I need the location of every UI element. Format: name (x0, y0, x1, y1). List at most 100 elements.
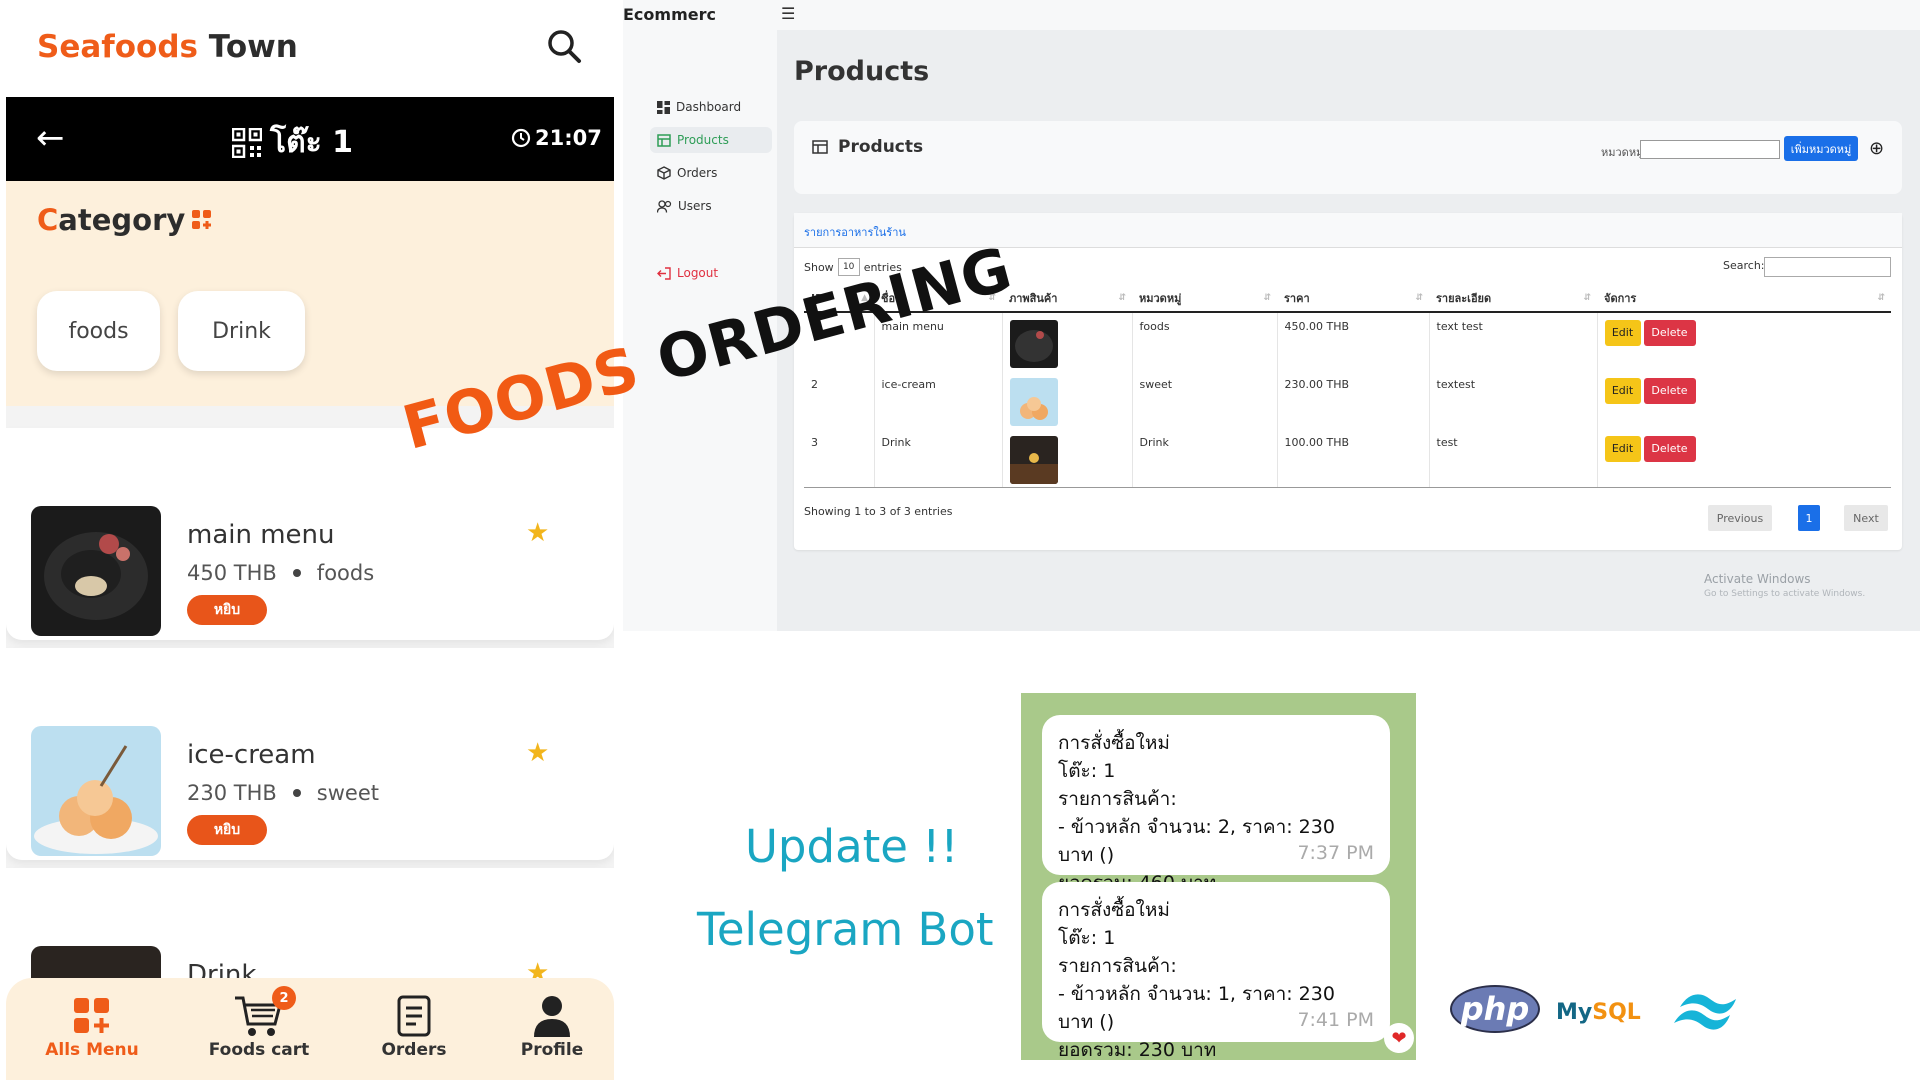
add-to-order-button[interactable]: หยิบ (187, 595, 267, 625)
message-line: การสั่งซื้อใหม่ (1058, 732, 1170, 754)
bottom-navigation: Alls Menu 2 Foods cart Orders Profile (6, 978, 614, 1080)
message-line: ยอดรวม: 230 บาท (1058, 1039, 1217, 1060)
column-header-detail[interactable]: รายละเอียด ⇵ (1429, 285, 1597, 313)
telegram-bot-heading: Telegram Bot (697, 903, 994, 956)
column-header-actions[interactable]: จัดการ ⇵ (1597, 285, 1891, 313)
category-pill-drink[interactable]: Drink (178, 291, 305, 371)
category-input[interactable] (1640, 140, 1780, 159)
menu-item-price: 230 THB (187, 781, 277, 805)
food-image (31, 726, 161, 856)
pagination-next[interactable]: Next (1844, 505, 1888, 531)
sidebar-label: Logout (677, 266, 719, 280)
menu-grid-icon (74, 998, 109, 1033)
heart-reaction-icon: ❤ (1384, 1023, 1414, 1053)
mysql-logo: MySQL (1556, 1000, 1641, 1025)
menu-item-price: 450 THB (187, 561, 277, 585)
qr-code-icon (232, 127, 262, 158)
product-thumbnail (1009, 436, 1058, 484)
update-heading: Update !! (745, 820, 959, 873)
nav-profile[interactable]: Profile (487, 992, 614, 1076)
mysql-logo-text-a: My (1556, 1000, 1593, 1025)
add-category-button[interactable]: เพิ่มหมวดหมู่ (1784, 136, 1858, 161)
cell-image (1001, 312, 1132, 371)
category-title: Category (37, 203, 213, 237)
store-icon (812, 140, 828, 154)
edit-button[interactable]: Edit (1604, 320, 1641, 346)
table-row: 3 Drink Drink 100.00 THB test Edit Delete (804, 429, 1891, 488)
edit-button[interactable]: Edit (1604, 436, 1641, 462)
menu-item-name: main menu (187, 520, 335, 550)
telegram-chat-screenshot: การสั่งซื้อใหม่ โต๊ะ: 1 รายการสินค้า: - … (1021, 693, 1416, 1060)
message-line: การสั่งซื้อใหม่ (1058, 899, 1170, 921)
table-row: 1 main menu foods 450.00 THB text test E… (804, 312, 1891, 371)
search-icon[interactable] (546, 28, 582, 64)
product-thumbnail (1009, 378, 1058, 426)
app-header: Seafoods Town (6, 0, 614, 97)
back-arrow-icon[interactable]: ← (36, 121, 65, 155)
telegram-message: การสั่งซื้อใหม่ โต๊ะ: 1 รายการสินค้า: - … (1042, 715, 1390, 894)
card-title-text: Products (838, 137, 924, 157)
telegram-message: การสั่งซื้อใหม่ โต๊ะ: 1 รายการสินค้า: - … (1042, 882, 1390, 1060)
php-logo: php (1450, 985, 1540, 1033)
cell-name: ice-cream (873, 371, 1002, 429)
pagination-page[interactable]: 1 (1798, 505, 1820, 531)
column-header-image[interactable]: ภาพสินค้า ⇵ (1002, 285, 1132, 313)
nav-orders[interactable]: Orders (349, 992, 479, 1076)
add-to-order-button[interactable]: หยิบ (187, 815, 267, 845)
column-header-category[interactable]: หมวดหมู่ ⇵ (1132, 285, 1277, 313)
document-icon (397, 995, 431, 1037)
cell-actions: Edit Delete (1596, 371, 1891, 429)
cell-category: Drink (1131, 429, 1277, 488)
timer: 21:07 (511, 126, 602, 150)
logo-text-town: Town (208, 29, 298, 65)
star-icon[interactable]: ★ (526, 738, 549, 768)
sidebar-item-dashboard[interactable]: Dashboard (657, 94, 741, 120)
message-line: โต๊ะ: 1 (1058, 760, 1116, 782)
menu-card[interactable]: ice-cream 230 THB sweet หยิบ ★ (6, 648, 614, 860)
cell-category: sweet (1131, 371, 1277, 429)
sidebar-label: Dashboard (676, 100, 742, 114)
logo-text-seafoods: Seafoods (37, 29, 198, 65)
delete-button[interactable]: Delete (1643, 436, 1696, 462)
sidebar-item-logout[interactable]: Logout (657, 260, 718, 286)
sidebar-item-orders[interactable]: Orders (657, 160, 717, 186)
card-title: Products (812, 137, 923, 157)
menu-card[interactable]: main menu 450 THB foods หยิบ ★ (6, 428, 614, 640)
sidebar-label: Users (678, 199, 712, 213)
users-icon (657, 199, 672, 213)
table-info: Showing 1 to 3 of 3 entries (804, 505, 953, 518)
nav-all-menu[interactable]: Alls Menu (27, 992, 157, 1076)
cell-image (1001, 371, 1132, 429)
menu-item-category: sweet (316, 781, 379, 805)
grid-icon (657, 100, 670, 114)
delete-button[interactable]: Delete (1643, 378, 1696, 404)
add-circle-icon[interactable]: ⊕ (1869, 138, 1884, 159)
app-logo: Seafoods Town (37, 29, 298, 65)
logout-icon (657, 266, 671, 280)
pagination-previous[interactable]: Previous (1708, 505, 1772, 531)
sidebar-item-users[interactable]: Users (657, 193, 712, 219)
nav-label: Alls Menu (45, 1040, 139, 1060)
mobile-app: Seafoods Town ← โต๊ะ 1 21:07 Category fo… (6, 0, 614, 1080)
separator-dot (292, 789, 301, 797)
star-icon[interactable]: ★ (526, 518, 549, 548)
column-header-price[interactable]: ราคา ⇵ (1277, 285, 1429, 313)
message-line: รายการสินค้า: (1058, 788, 1177, 810)
edit-button[interactable]: Edit (1604, 378, 1641, 404)
cell-image (1001, 429, 1132, 488)
hamburger-menu-icon[interactable]: ☰ (781, 4, 795, 23)
category-pill-foods[interactable]: foods (37, 291, 160, 371)
nav-label: Foods cart (208, 1040, 310, 1060)
table-bar: ← โต๊ะ 1 21:07 (6, 97, 614, 181)
table-row: 2 ice-cream sweet 230.00 THB textest Edi… (804, 371, 1891, 429)
delete-button[interactable]: Delete (1643, 320, 1696, 346)
cell-detail: test (1428, 429, 1597, 488)
page-title: Products (794, 56, 930, 87)
menu-item-name: ice-cream (187, 740, 316, 770)
separator-dot (292, 569, 301, 577)
sidebar-item-products[interactable]: Products (650, 127, 772, 153)
cell-detail: text test (1428, 312, 1597, 371)
nav-foods-cart[interactable]: 2 Foods cart (194, 986, 324, 1076)
table-search-input[interactable] (1764, 257, 1891, 277)
food-image (31, 506, 161, 636)
